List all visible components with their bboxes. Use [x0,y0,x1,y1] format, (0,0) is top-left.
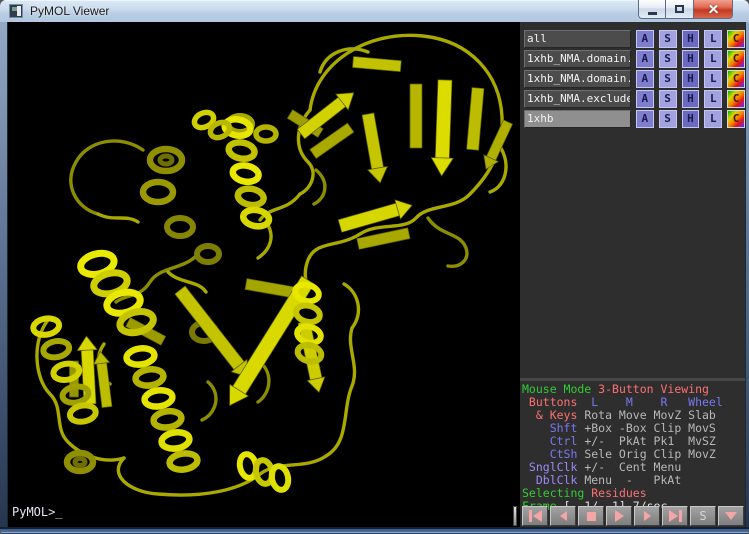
stop-icon [587,512,596,521]
object-name[interactable]: all [524,30,631,48]
window-controls [638,0,733,19]
skip-to-end-button[interactable] [662,506,688,526]
object-list: all A S H L C 1xhb_NMA.domain. A S H L C… [520,30,745,130]
action-button[interactable]: A [636,110,654,128]
minimize-icon [648,12,657,15]
playback-menu-button[interactable] [718,506,744,526]
mouse-mode-panel: Mouse Mode 3-Button Viewing Buttons L M … [522,383,745,513]
action-button[interactable]: A [636,70,654,88]
action-button[interactable]: A [636,30,654,48]
color-button[interactable]: C [727,50,745,68]
color-button[interactable]: C [727,30,745,48]
object-row-all: all A S H L C [524,30,745,48]
panel-divider [520,378,745,381]
hide-button[interactable]: H [682,110,700,128]
show-button[interactable]: S [659,110,677,128]
hide-button[interactable]: H [682,90,700,108]
object-row: 1xhb_NMA.exclude A S H L C [524,90,745,108]
maximize-icon [675,5,684,13]
label-button[interactable]: L [704,70,722,88]
play-icon [615,510,624,522]
show-button[interactable]: S [659,90,677,108]
skip-to-end-icon [679,510,682,522]
maximize-button[interactable] [666,0,693,19]
object-name[interactable]: 1xhb_NMA.domain. [524,50,631,68]
close-icon [708,4,719,15]
window-frame-right [745,22,749,534]
pymol-app-icon[interactable] [9,4,23,18]
play-button[interactable] [606,506,632,526]
menu-down-icon [725,512,737,520]
action-button[interactable]: A [636,90,654,108]
object-row: 1xhb_NMA.domain. A S H L C [524,70,745,88]
step-forward-button[interactable] [634,506,660,526]
control-panel: all A S H L C 1xhb_NMA.domain. A S H L C… [520,22,745,527]
skip-to-end-icon [669,510,678,522]
label-button[interactable]: L [704,90,722,108]
color-button[interactable]: C [727,110,745,128]
action-button[interactable]: A [636,50,654,68]
show-button[interactable]: S [659,30,677,48]
protein-loops [37,35,506,495]
scene-button-label: S [699,509,706,523]
hide-button[interactable]: H [682,30,700,48]
close-button[interactable] [693,0,733,19]
scene-button[interactable]: S [690,506,716,526]
titlebar[interactable]: PyMOL Viewer [0,0,749,22]
label-button[interactable]: L [704,110,722,128]
skip-to-start-icon [533,510,542,522]
hide-button[interactable]: H [682,50,700,68]
skip-to-start-button[interactable] [522,506,548,526]
skip-to-start-icon [529,510,532,522]
object-row-selected: 1xhb A S H L C [524,110,745,128]
label-button[interactable]: L [704,50,722,68]
object-row: 1xhb_NMA.domain. A S H L C [524,50,745,68]
object-name[interactable]: 1xhb [524,110,631,128]
color-button[interactable]: C [727,90,745,108]
pymol-window: PyMOL Viewer [0,0,749,534]
stop-button[interactable] [578,506,604,526]
hide-button[interactable]: H [682,70,700,88]
playback-controls: S [522,506,744,526]
show-button[interactable]: S [659,50,677,68]
window-title: PyMOL Viewer [30,4,109,18]
window-frame-bottom [0,527,749,534]
step-forward-icon [644,511,651,521]
gl-viewport[interactable]: PyMOL>_ [8,22,520,527]
molecule-canvas[interactable] [8,22,520,527]
label-button[interactable]: L [704,30,722,48]
object-name[interactable]: 1xhb_NMA.exclude [524,90,631,108]
step-back-icon [560,511,567,521]
show-button[interactable]: S [659,70,677,88]
object-name[interactable]: 1xhb_NMA.domain. [524,70,631,88]
window-frame-left [0,22,8,534]
minimize-button[interactable] [638,0,666,19]
color-button[interactable]: C [727,70,745,88]
command-prompt[interactable]: PyMOL>_ [12,505,63,519]
step-back-button[interactable] [550,506,576,526]
playback-grip[interactable] [513,506,517,526]
